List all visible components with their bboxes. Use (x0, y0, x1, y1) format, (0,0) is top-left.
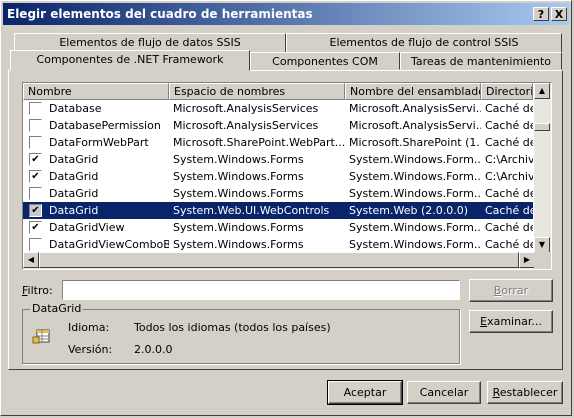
row-cell-name: DatabasePermission (49, 119, 161, 132)
row-cell-directory: Caché de (485, 187, 533, 200)
tab-net-framework[interactable]: Componentes de .NET Framework (10, 50, 250, 71)
row-cell-directory: Caché de (485, 238, 533, 251)
row-cell-name: DataGridView (49, 221, 125, 234)
column-header-name[interactable]: Nombre (23, 83, 169, 100)
row-checkbox[interactable]: ✔ (29, 221, 42, 234)
row-cell-directory: C:\Archivo (485, 153, 533, 166)
row-cell-assembly: System.Windows.Form... (349, 187, 481, 200)
clear-button[interactable]: Borrar (469, 279, 553, 302)
scroll-left-icon[interactable]: ◀ (23, 252, 39, 268)
filter-label: Filtro: (22, 284, 53, 297)
component-icon (32, 328, 50, 344)
row-cell-namespace: System.Windows.Forms (173, 170, 304, 183)
scroll-up-icon[interactable]: ▲ (534, 83, 550, 99)
row-cell-namespace: Microsoft.SharePoint.WebPart... (173, 136, 345, 149)
row-cell-assembly: Microsoft.AnalysisServi... (349, 119, 481, 132)
list-row[interactable]: DataFormWebPart Microsoft.SharePoint.WebP… (23, 134, 533, 151)
row-cell-name: DataGrid (49, 187, 99, 200)
scroll-corner (534, 252, 551, 269)
column-header-namespace[interactable]: Espacio de nombres (169, 83, 345, 100)
row-cell-assembly: System.Web (2.0.0.0) (349, 204, 469, 217)
reset-button[interactable]: Restablecer (487, 381, 563, 404)
row-checkbox[interactable]: ✔ (29, 170, 42, 183)
version-label: Versión: (68, 343, 113, 356)
row-cell-namespace: System.Web.UI.WebControls (173, 204, 330, 217)
row-cell-directory: Caché de (485, 102, 533, 115)
list-header: Nombre Espacio de nombres Nombre del ens… (23, 83, 533, 100)
horizontal-scroll-thumb[interactable] (39, 252, 519, 268)
row-checkbox[interactable] (29, 102, 42, 115)
row-cell-namespace: System.Windows.Forms (173, 221, 304, 234)
close-button[interactable]: X (551, 7, 567, 21)
vertical-scroll-thumb[interactable] (534, 123, 550, 131)
row-checkbox[interactable] (29, 187, 42, 200)
horizontal-scrollbar[interactable]: ◀ ▶ (23, 252, 535, 269)
row-checkbox[interactable]: ✔ (29, 153, 42, 166)
row-checkbox[interactable] (29, 238, 42, 251)
column-header-assembly[interactable]: Nombre del ensamblado (345, 83, 481, 100)
row-cell-name: DataGrid (49, 170, 99, 183)
list-row[interactable]: Database Microsoft.AnalysisServices Micros… (23, 100, 533, 117)
row-cell-directory: Caché de (485, 136, 533, 149)
row-cell-directory: Caché de (485, 119, 533, 132)
components-list[interactable]: Nombre Espacio de nombres Nombre del ens… (22, 82, 552, 270)
row-cell-name: DataGrid (49, 204, 99, 217)
tab-ssis-control-flow[interactable]: Elementos de flujo de control SSIS (286, 33, 562, 53)
row-checkbox[interactable]: ✔ (29, 204, 42, 217)
help-button[interactable]: ? (533, 7, 549, 21)
row-cell-name: DataGrid (49, 153, 99, 166)
language-value: Todos los idiomas (todos los países) (134, 321, 331, 334)
row-cell-namespace: Microsoft.AnalysisServices (173, 119, 319, 132)
row-cell-namespace: Microsoft.AnalysisServices (173, 102, 319, 115)
scroll-down-icon[interactable]: ▼ (534, 237, 550, 253)
list-row[interactable]: ✔ DataGridView System.Windows.Forms System.… (23, 219, 533, 236)
row-cell-namespace: System.Windows.Forms (173, 238, 304, 251)
title-bar: Elegir elementos del cuadro de herramien… (3, 3, 569, 25)
row-cell-name: DataFormWebPart (49, 136, 149, 149)
details-group-title: DataGrid (30, 302, 84, 315)
row-cell-assembly: System.Windows.Form... (349, 238, 481, 251)
row-cell-assembly: System.Windows.Form... (349, 221, 481, 234)
list-row[interactable]: ✔ DataGrid System.Windows.Forms System.Wind… (23, 151, 533, 168)
filter-input[interactable] (62, 280, 460, 300)
list-row[interactable]: ✔ DataGrid System.Web.UI.WebControls System… (23, 202, 533, 219)
list-row[interactable]: DatabasePermission Microsoft.AnalysisServ… (23, 117, 533, 134)
tab-com-components[interactable]: Componentes COM (250, 52, 400, 70)
row-cell-name: DataGridViewComboB... (49, 238, 169, 251)
tab-maintenance-tasks[interactable]: Tareas de mantenimiento (400, 52, 562, 70)
language-label: Idioma: (68, 321, 110, 334)
accept-button[interactable]: Aceptar (327, 380, 403, 405)
vertical-scrollbar[interactable]: ▲ ▼ (534, 83, 551, 253)
cancel-button[interactable]: Cancelar (407, 381, 481, 404)
browse-button[interactable]: Examinar... (469, 310, 553, 333)
list-row[interactable]: DataGrid System.Windows.Forms System.Windo… (23, 185, 533, 202)
row-cell-directory: Caché de (485, 204, 533, 217)
row-cell-assembly: System.Windows.Form... (349, 170, 481, 183)
row-cell-directory: C:\Archivo (485, 170, 533, 183)
version-value: 2.0.0.0 (134, 343, 173, 356)
row-cell-name: Database (49, 102, 102, 115)
list-row[interactable]: DataGridViewComboB... System.Windows.Form… (23, 236, 533, 253)
row-cell-assembly: Microsoft.SharePoint (1... (349, 136, 481, 149)
row-checkbox[interactable] (29, 119, 42, 132)
row-cell-namespace: System.Windows.Forms (173, 187, 304, 200)
column-header-directory[interactable]: Directorio (481, 83, 533, 100)
scroll-right-icon[interactable]: ▶ (519, 252, 535, 268)
row-cell-assembly: Microsoft.AnalysisServi... (349, 102, 481, 115)
row-cell-directory: Caché de (485, 221, 533, 234)
window-title: Elegir elementos del cuadro de herramien… (7, 7, 313, 21)
list-row[interactable]: ✔ DataGrid System.Windows.Forms System.Wind… (23, 168, 533, 185)
row-checkbox[interactable] (29, 136, 42, 149)
row-cell-namespace: System.Windows.Forms (173, 153, 304, 166)
row-cell-assembly: System.Windows.Form... (349, 153, 481, 166)
